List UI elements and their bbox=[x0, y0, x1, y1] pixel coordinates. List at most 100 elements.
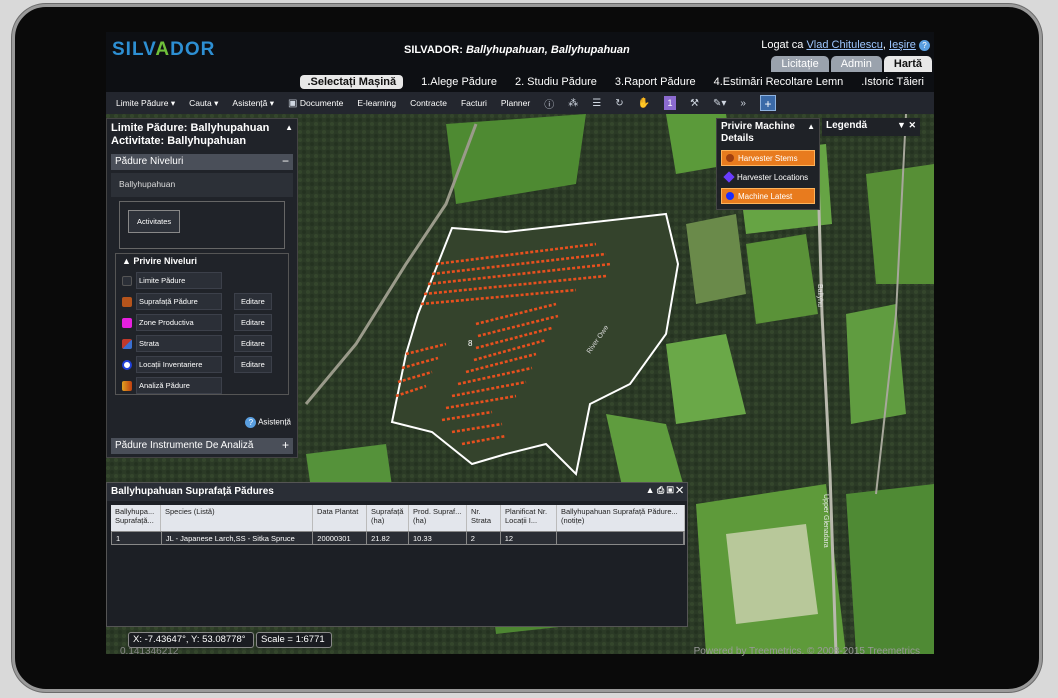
locations-label: Harvester Locations bbox=[737, 172, 809, 182]
machine-latest-toggle[interactable]: Machine Latest bbox=[721, 188, 815, 204]
menu-limite-label: Limite Pădure bbox=[116, 97, 169, 108]
layer-count-badge[interactable]: 1 bbox=[664, 96, 677, 110]
menu-asistenta[interactable]: Asistență ▾ bbox=[232, 98, 274, 109]
documente-label: Documente bbox=[299, 97, 344, 108]
planner-button[interactable]: Planner bbox=[501, 98, 530, 108]
logout-link[interactable]: Ieşire bbox=[889, 39, 916, 51]
col-header[interactable]: Planificat Nr. Locații I... bbox=[501, 505, 557, 531]
latest-dot-icon bbox=[726, 192, 734, 200]
col-header[interactable]: Species (Listă) bbox=[161, 505, 313, 531]
zoom-in-button[interactable]: + bbox=[759, 95, 776, 111]
field bbox=[686, 214, 746, 304]
list-icon[interactable]: ☰ bbox=[592, 98, 601, 109]
map-marker[interactable]: 8 bbox=[468, 339, 473, 348]
grid-header: Ballyhupa... Suprafață... Species (Listă… bbox=[111, 505, 685, 531]
layer-locatii[interactable]: Locații Inventariere bbox=[136, 356, 222, 373]
table-controls: ▲ ⎙ ▣ ✕ bbox=[646, 485, 683, 496]
step-studiu-padure[interactable]: 2. Studiu Pădure bbox=[515, 76, 597, 88]
contracte-button[interactable]: Contracte bbox=[410, 98, 447, 108]
menu-cauta[interactable]: Cauta ▾ bbox=[189, 98, 218, 109]
layer-zone[interactable]: Zone Productiva bbox=[136, 314, 222, 331]
export-icon[interactable]: ⎙ bbox=[657, 485, 664, 495]
layer-suprafata[interactable]: Suprafață Pădure bbox=[136, 293, 222, 310]
close-icon[interactable]: ✕ bbox=[676, 485, 683, 495]
layer-limite[interactable]: Limite Pădure bbox=[136, 272, 222, 289]
page-title: SILVADOR: Ballyhupahuan, Ballyhupahuan bbox=[404, 44, 630, 56]
road-label-upper: Upper Glenadara bbox=[822, 494, 829, 548]
edit-locatii-button[interactable]: Editare bbox=[234, 356, 272, 373]
step-selectati-masina[interactable]: .Selectați Mașină bbox=[300, 75, 404, 89]
section-instrumente[interactable]: Pădure Instrumente De Analiză + bbox=[111, 438, 293, 454]
col-header[interactable]: Ballyhupahuan Suprafață Pădure... (notiț… bbox=[557, 505, 685, 531]
data-grid: Ballyhupa... Suprafață... Species (Listă… bbox=[111, 505, 685, 545]
legend-panel[interactable]: Legendă ▼ ✕ bbox=[822, 118, 920, 136]
scale-readout: Scale = 1:6771 bbox=[256, 632, 332, 648]
harvester-locations-toggle[interactable]: Harvester Locations bbox=[721, 169, 815, 185]
menu-limite-padure[interactable]: Limite Pădure ▾ bbox=[116, 98, 175, 109]
col-header[interactable]: Data Plantat bbox=[313, 505, 367, 531]
step-estimari[interactable]: 4.Estimări Recoltare Lemn bbox=[714, 76, 844, 88]
step-alege-padure[interactable]: 1.Alege Pădure bbox=[421, 76, 497, 88]
title-prefix: SILVADOR: bbox=[404, 44, 466, 56]
tab-harta[interactable]: Hartă bbox=[883, 56, 932, 72]
cell: 21.82 bbox=[367, 532, 409, 544]
collapse-minus-icon[interactable]: − bbox=[282, 154, 289, 168]
layer-row: Suprafață Pădure Editare bbox=[122, 291, 282, 312]
section-padure-niveluri[interactable]: Pădure Niveluri − bbox=[111, 154, 293, 170]
edit-suprafata-button[interactable]: Editare bbox=[234, 293, 272, 310]
cell: 20000301 bbox=[313, 532, 368, 544]
app-header: SILVADOR SILVADOR: Ballyhupahuan, Ballyh… bbox=[106, 32, 934, 72]
workflow-steps: .Selectați Mașină 1.Alege Pădure 2. Stud… bbox=[106, 72, 934, 92]
col-header[interactable]: Nr. Strata bbox=[467, 505, 501, 531]
step-raport-padure[interactable]: 3.Raport Pădure bbox=[615, 76, 696, 88]
stems-label: Harvester Stems bbox=[738, 153, 798, 163]
maximize-icon[interactable]: ▣ bbox=[667, 485, 674, 495]
collapse-caret-icon[interactable]: ▼ bbox=[897, 120, 906, 130]
documente-button[interactable]: ▣ Documente bbox=[288, 98, 343, 109]
facturi-button[interactable]: Facturi bbox=[461, 98, 487, 108]
user-link[interactable]: Vlad Chitulescu bbox=[806, 39, 882, 51]
help-icon[interactable]: ? bbox=[919, 39, 930, 51]
collapse-caret-icon[interactable]: ▲ bbox=[285, 123, 293, 132]
refresh-icon[interactable]: ↻ bbox=[615, 98, 623, 109]
layer-row: Strata Editare bbox=[122, 333, 282, 354]
col-header[interactable]: Prod. Supraf... (ha) bbox=[409, 505, 467, 531]
activitates-button[interactable]: Activitates bbox=[128, 210, 181, 233]
layer-strata[interactable]: Strata bbox=[136, 335, 222, 352]
legend-title: Legendă bbox=[826, 120, 868, 131]
collapse-caret-icon[interactable]: ▲ bbox=[807, 122, 815, 131]
info-icon[interactable]: ⓘ bbox=[544, 96, 554, 111]
strata-swatch-icon bbox=[122, 338, 132, 349]
privire-header[interactable]: ▲ Privire Niveluri bbox=[122, 256, 282, 266]
edit-zone-button[interactable]: Editare bbox=[234, 314, 272, 331]
expand-plus-icon[interactable]: + bbox=[282, 438, 289, 452]
col-header[interactable]: Ballyhupa... Suprafață... bbox=[111, 505, 161, 531]
hand-pan-icon[interactable]: ✋ bbox=[638, 98, 650, 109]
login-label: Logat ca bbox=[761, 39, 804, 51]
grid-icon[interactable]: ⁂ bbox=[568, 98, 578, 109]
tab-admin[interactable]: Admin bbox=[830, 56, 882, 72]
left-panel-title: Limite Pădure: Ballyhupahuan Activitate:… bbox=[107, 119, 297, 151]
col-header[interactable]: Suprafață (ha) bbox=[367, 505, 409, 531]
version-text: 0.141346212 bbox=[120, 646, 179, 657]
machine-details-title: Privire Machine Details bbox=[721, 121, 795, 144]
latest-label: Machine Latest bbox=[738, 191, 793, 201]
elearning-button[interactable]: E-learning bbox=[357, 98, 396, 108]
table-row[interactable]: 1 JL - Japanese Larch,SS - Sitka Spruce … bbox=[111, 531, 685, 545]
field bbox=[846, 304, 906, 424]
collapse-caret-icon[interactable]: ▲ bbox=[646, 485, 655, 495]
step-istoric[interactable]: .Istoric Tăieri bbox=[861, 76, 924, 88]
activitate-box: Activitates bbox=[119, 201, 285, 249]
edit-icon[interactable]: ✎▾ bbox=[713, 98, 726, 109]
hammer-icon[interactable]: ⚒ bbox=[690, 98, 699, 109]
layer-analiza[interactable]: Analiză Pădure bbox=[136, 377, 222, 394]
harvester-stems-toggle[interactable]: Harvester Stems bbox=[721, 150, 815, 166]
edit-strata-button[interactable]: Editare bbox=[234, 335, 272, 352]
tab-licitatie[interactable]: Licitație bbox=[771, 56, 829, 72]
close-icon[interactable]: ✕ bbox=[908, 120, 916, 130]
asistenta-link[interactable]: ? Asistență bbox=[245, 417, 291, 428]
locations-cross-icon bbox=[723, 171, 735, 183]
more-chevrons-icon[interactable]: » bbox=[740, 98, 746, 109]
left-panel: Limite Pădure: Ballyhupahuan Activitate:… bbox=[106, 118, 298, 458]
toolbar: Limite Pădure ▾ Cauta ▾ Asistență ▾ ▣ Do… bbox=[106, 92, 934, 114]
